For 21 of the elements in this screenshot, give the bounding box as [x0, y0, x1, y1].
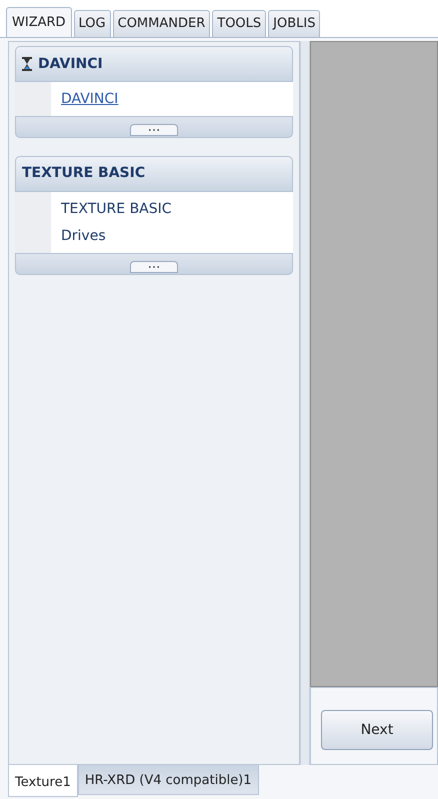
tab[interactable]: JOBLIS [268, 10, 320, 37]
section-title: TEXTURE BASIC [22, 164, 146, 183]
tab[interactable]: Texture1 [8, 765, 78, 797]
hourglass-icon [22, 57, 32, 71]
item-link[interactable]: DAVINCI [61, 91, 118, 107]
expand-grip-icon[interactable] [130, 260, 178, 272]
item-label[interactable]: TEXTURE BASIC [61, 200, 172, 216]
splitter[interactable] [300, 41, 310, 765]
section-header[interactable]: TEXTURE BASIC [15, 156, 293, 192]
item-label[interactable]: Drives [61, 228, 106, 244]
item-margin [15, 82, 51, 116]
section-title: DAVINCI [38, 54, 103, 74]
tab[interactable]: WIZARD [6, 7, 72, 37]
section-header[interactable]: DAVINCI [15, 46, 293, 82]
tab[interactable]: COMMANDER [112, 10, 210, 37]
expand-grip-icon[interactable] [130, 124, 178, 136]
tab[interactable]: HR-XRD (V4 compatible)1 [78, 765, 259, 795]
next-button[interactable]: Next [321, 710, 433, 750]
tab[interactable]: TOOLS [212, 10, 266, 37]
tab[interactable]: LOG [74, 10, 111, 37]
item-margin [15, 192, 51, 252]
